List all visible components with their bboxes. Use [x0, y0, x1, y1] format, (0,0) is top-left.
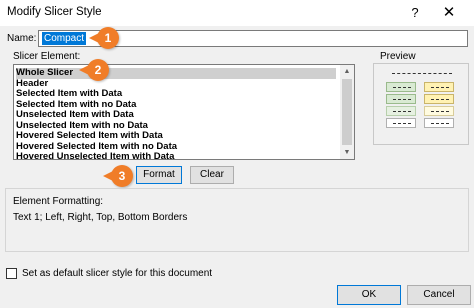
preview-header-row — [384, 70, 460, 78]
preview-cell — [386, 118, 416, 128]
preview-cell — [424, 94, 454, 104]
name-input-value: Compact — [42, 32, 87, 45]
preview-cell — [424, 106, 454, 116]
clear-button-label: Clear — [200, 169, 224, 180]
element-formatting-label: Element Formatting: — [13, 196, 104, 207]
slicer-element-list[interactable]: Whole Slicer Header Selected Item with D… — [13, 64, 355, 160]
close-icon[interactable]: ✕ — [436, 2, 462, 24]
cancel-button[interactable]: Cancel — [407, 285, 471, 305]
slicer-element-label: Slicer Element: — [13, 51, 81, 62]
ok-button[interactable]: OK — [337, 285, 401, 305]
list-item[interactable]: Unselected Item with Data — [16, 109, 336, 121]
format-button[interactable]: Format — [136, 166, 182, 184]
scrollbar-thumb[interactable] — [342, 79, 352, 145]
dialog-title: Modify Slicer Style — [7, 6, 102, 18]
callout-badge-1: 1 — [89, 27, 119, 49]
callout-badge-3: 3 — [103, 165, 133, 187]
list-item[interactable]: Whole Slicer — [16, 67, 336, 79]
preview-cell — [386, 82, 416, 92]
format-button-label: Format — [143, 169, 175, 180]
preview-cell — [386, 94, 416, 104]
list-item[interactable]: Hovered Selected Item with Data — [16, 130, 336, 142]
ok-button-label: OK — [361, 289, 377, 300]
callout-badge-2: 2 — [79, 59, 109, 81]
preview-cell — [424, 118, 454, 128]
modify-slicer-style-dialog: Modify Slicer Style ? ✕ Name: Compact 1 … — [0, 0, 474, 308]
clear-button[interactable]: Clear — [190, 166, 234, 184]
preview-cell — [424, 82, 454, 92]
list-scrollbar[interactable]: ▲ ▼ — [340, 65, 354, 159]
element-formatting-description: Text 1; Left, Right, Top, Bottom Borders — [13, 212, 188, 223]
help-button[interactable]: ? — [402, 2, 428, 24]
slicer-preview-image — [384, 70, 460, 140]
list-item[interactable]: Selected Item with Data — [16, 88, 336, 100]
name-label: Name: — [7, 33, 37, 44]
scroll-up-arrow-icon[interactable]: ▲ — [340, 65, 354, 78]
preview-label: Preview — [380, 51, 416, 62]
preview-cell — [386, 106, 416, 116]
default-style-checkbox[interactable] — [6, 268, 17, 279]
list-item[interactable]: Hovered Unselected Item with Data — [16, 151, 336, 159]
default-style-checkbox-label[interactable]: Set as default slicer style for this doc… — [22, 268, 212, 279]
preview-box — [373, 63, 469, 145]
scroll-down-arrow-icon[interactable]: ▼ — [340, 146, 354, 159]
title-bar: Modify Slicer Style ? ✕ — [0, 0, 474, 26]
cancel-button-label: Cancel — [423, 289, 455, 300]
